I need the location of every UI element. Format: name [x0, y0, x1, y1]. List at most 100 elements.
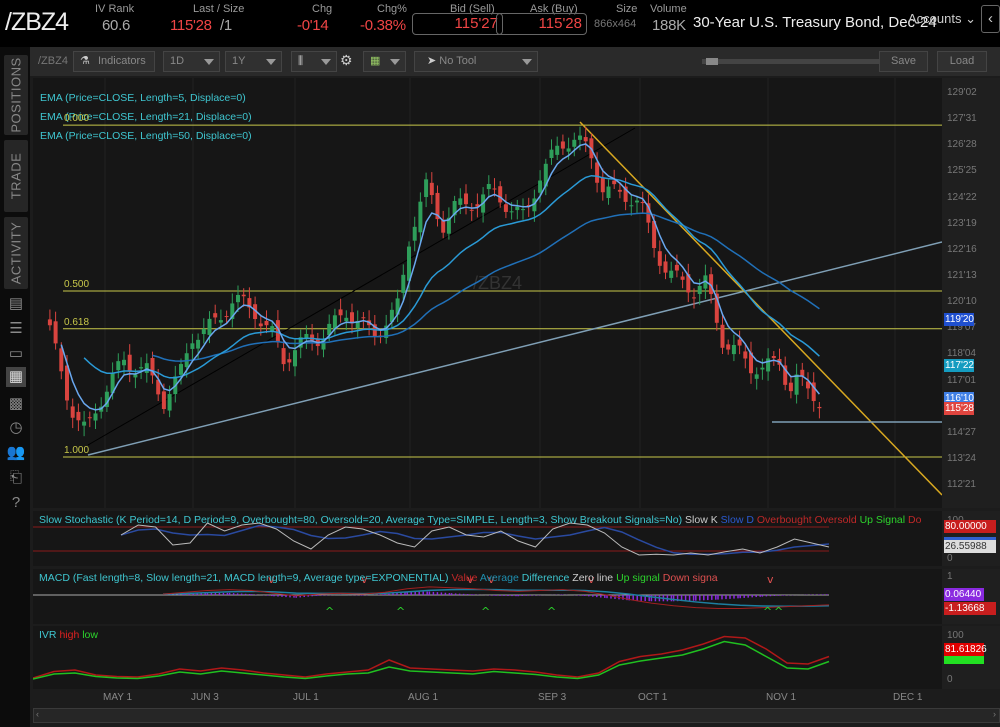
tab-positions[interactable]: POSITIONS	[4, 55, 28, 135]
candle-body	[429, 182, 434, 196]
ivr-legend: IVR high low	[39, 629, 98, 641]
candle-body	[743, 351, 748, 359]
history-icon[interactable]: ◷	[6, 418, 26, 438]
candle-body	[218, 320, 223, 323]
macd-value-badge: -1.13668	[944, 602, 996, 615]
price-axis[interactable]: 129'02 127'31 126'28 125'25 124'22 123'19 122'…	[942, 78, 1000, 508]
candle-body	[241, 294, 246, 297]
price-axis-label: 121'13	[947, 269, 977, 281]
candle-body	[213, 313, 218, 318]
chg-value: -0'14	[297, 17, 329, 34]
legend-high: high	[59, 629, 80, 641]
candle-body	[70, 406, 75, 418]
tab-activity-label: ACTIVITY	[8, 221, 24, 285]
candle-body	[270, 326, 275, 332]
price-axis-label: 113'24	[947, 452, 976, 464]
accounts-menu[interactable]: Accounts ⌄	[908, 11, 976, 27]
candle-body	[521, 209, 525, 211]
tab-trade-label: TRADE	[8, 152, 24, 200]
volume-label: Volume	[650, 3, 687, 15]
bid-button[interactable]: 115'27	[412, 13, 503, 35]
candle-body	[760, 367, 765, 370]
ema5-label: EMA (Price=CLOSE, Length=5, Displace=0)	[40, 92, 246, 104]
horizontal-scrollbar[interactable]: ‹ ›	[33, 708, 1000, 723]
candle-body	[578, 135, 582, 140]
grid-icon[interactable]: ▩	[6, 394, 26, 414]
candle-body	[629, 205, 634, 207]
indicators-label: Indicators	[98, 55, 146, 67]
chart-type-select[interactable]: ⫼	[291, 51, 337, 72]
left-sidebar: POSITIONS TRADE ACTIVITY ▤ ☰ ▭ ▦ ▩ ◷ 👥 ⎗…	[0, 47, 30, 727]
watchlist-icon[interactable]: ☰	[6, 319, 26, 339]
candle-body	[771, 355, 776, 359]
candle-body	[310, 334, 315, 341]
fib-label: 1.000	[64, 445, 90, 457]
candle-body	[560, 141, 565, 149]
chart-symbol: /ZBZ4	[38, 55, 68, 67]
candle-body	[93, 413, 98, 421]
ivr-low-badge	[944, 656, 984, 664]
scroll-right-icon[interactable]: ›	[993, 709, 996, 719]
candle-body	[498, 186, 503, 203]
chart-icon[interactable]: ▦	[6, 367, 26, 387]
legend-slow-d: Slow D	[720, 514, 754, 526]
legend-slow-k: Slow K	[685, 514, 718, 526]
legend-down-signal: Do	[908, 514, 922, 526]
stochastic-panel[interactable]: Slow Stochastic (K Period=14, D Period=9…	[33, 511, 942, 566]
ivr-panel[interactable]: IVR high low	[33, 626, 942, 689]
zoom-slider-handle[interactable]	[706, 58, 718, 65]
aggregation-select[interactable]: 1D	[163, 51, 220, 72]
indicators-button[interactable]: ⚗ Indicators	[73, 51, 155, 72]
save-button[interactable]: Save	[879, 51, 928, 72]
stochastic-legend: Slow Stochastic (K Period=14, D Period=9…	[39, 514, 921, 526]
legend-average: Average	[479, 572, 519, 584]
people-icon[interactable]: 👥	[6, 443, 26, 463]
slow-k-line	[120, 522, 830, 556]
load-button[interactable]: Load	[937, 51, 987, 72]
candle-body	[503, 204, 508, 212]
legend-low: low	[82, 629, 98, 641]
timeframe-select[interactable]: 1Y	[225, 51, 282, 72]
legend-difference: Difference	[521, 572, 570, 584]
price-chart[interactable]: /ZBZ4 EMA (Price=CLOSE, Length=5, Displa…	[33, 78, 942, 508]
price-axis-label: 118'04	[947, 348, 976, 360]
candle-body	[680, 276, 685, 280]
price-axis-label: 127'31	[947, 113, 977, 125]
up-signal-arrow: ^	[547, 605, 556, 618]
chgpct-label: Chg%	[377, 3, 407, 15]
candle-body	[492, 188, 497, 190]
candle-body	[47, 319, 52, 326]
news-icon[interactable]: ▤	[6, 294, 26, 314]
tv-icon[interactable]: ▭	[6, 344, 26, 364]
scroll-left-icon[interactable]: ‹	[36, 709, 39, 719]
price-badge: 115'28	[944, 402, 974, 416]
date-axis-label: AUG 1	[408, 692, 439, 703]
timeframe-value: 1Y	[232, 55, 246, 67]
transfer-icon[interactable]: ⎗	[6, 468, 26, 488]
drawing-tool-select[interactable]: ➤ No Tool	[414, 51, 538, 72]
caret-down-icon	[204, 59, 214, 65]
candle-body	[196, 339, 201, 349]
up-signal-arrow: ^	[325, 605, 334, 618]
legend-oversold: Oversold	[814, 514, 857, 526]
date-axis-label: SEP 3	[538, 692, 567, 703]
style-select[interactable]: ▦	[363, 51, 406, 72]
trendline-resistance	[579, 121, 942, 496]
macd-panel[interactable]: ^ ^ ^ ^ ^ ^ v v v v v v MACD (Fast length=8, Slow l…	[33, 569, 942, 624]
tab-activity[interactable]: ACTIVITY	[4, 217, 28, 289]
ivr-axis: 100 81.61826 0	[942, 626, 1000, 689]
price-axis-label: 122'16	[947, 243, 977, 255]
tab-trade[interactable]: TRADE	[4, 140, 28, 212]
candle-body	[549, 149, 554, 158]
symbol-label[interactable]: /ZBZ4	[5, 8, 69, 37]
help-icon[interactable]: ?	[6, 493, 26, 513]
zoom-slider[interactable]	[702, 58, 887, 65]
candle-body	[606, 186, 611, 199]
candle-body	[572, 139, 577, 147]
collapse-panel-button[interactable]: ‹	[981, 5, 1000, 33]
gear-icon[interactable]: ⚙	[340, 52, 353, 69]
quote-header: /ZBZ4 IV Rank 60.6 Last / Size 115'28 /1…	[0, 0, 1000, 45]
ask-button[interactable]: 115'28	[496, 13, 587, 35]
candle-body	[281, 348, 286, 365]
fib-label: 0.500	[64, 278, 90, 290]
